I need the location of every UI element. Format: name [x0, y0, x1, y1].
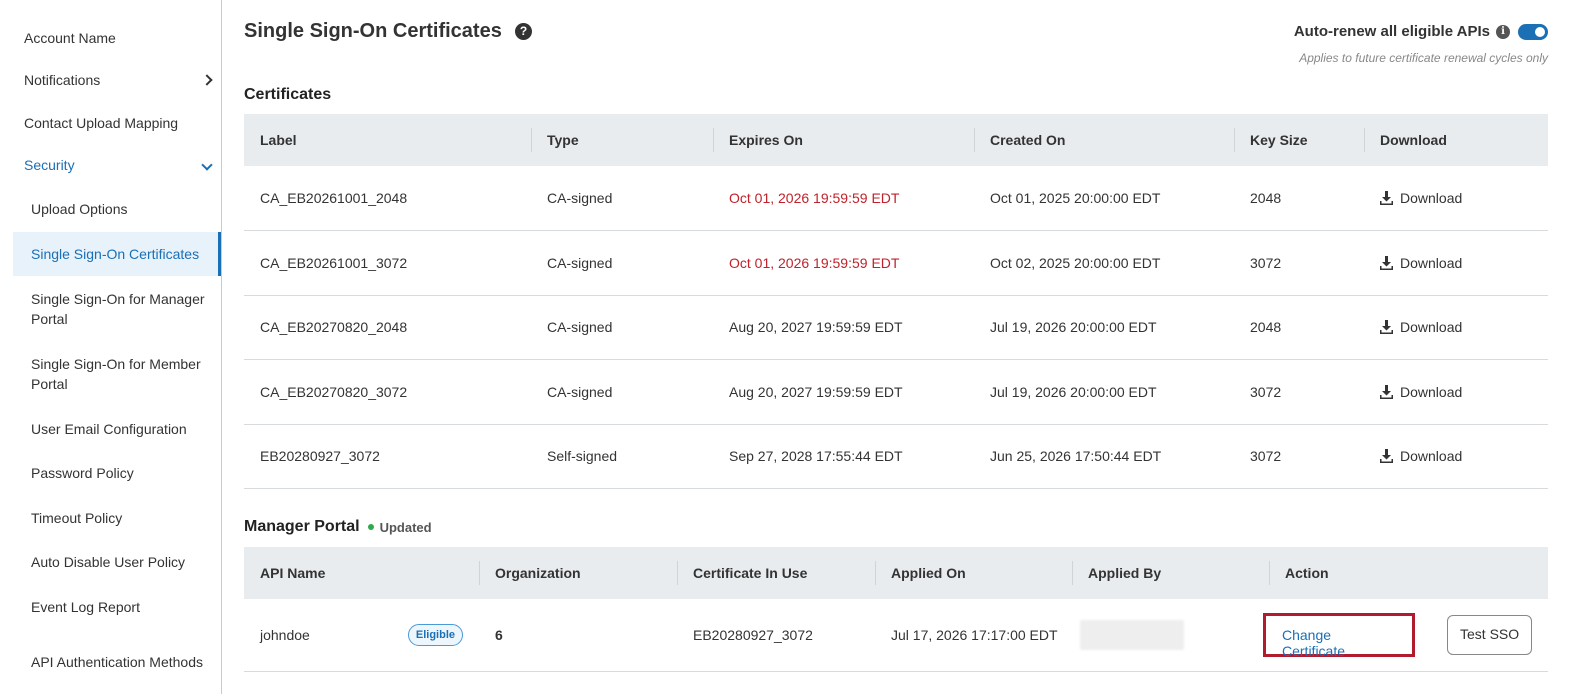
download-icon [1380, 191, 1393, 205]
cert-label: EB20280927_3072 [244, 424, 531, 489]
cert-type: CA-signed [531, 166, 713, 231]
download-link[interactable]: Download [1380, 384, 1548, 400]
change-certificate-button[interactable]: Change Certificate [1263, 612, 1415, 659]
question-circle-icon[interactable]: ? [515, 23, 532, 40]
download-icon [1380, 320, 1393, 335]
column-header-expires-on: Expires On [713, 114, 974, 166]
info-icon[interactable]: i [1496, 24, 1510, 39]
autorenew-label: Auto-renew all eligible APIs [1293, 23, 1490, 40]
column-header-download: Download [1364, 114, 1548, 166]
cert-key-size: 3072 [1234, 230, 1364, 296]
download-icon [1380, 449, 1393, 464]
column-header-key-size: Key Size [1234, 114, 1364, 166]
certificate-in-use: EB20280927_3072 [677, 599, 875, 672]
chevron-right-icon [201, 74, 213, 86]
table-header-row: API Name Organization Certificate In Use… [244, 547, 1548, 599]
sidebar-item-upload-options[interactable]: Upload Options [13, 199, 221, 219]
cert-key-size: 3072 [1234, 359, 1364, 425]
manager-portal-title: Manager Portal [244, 518, 360, 535]
manager-portal-section-title: Manager Portal Updated [244, 518, 432, 536]
cert-label: CA_EB20270820_2048 [244, 295, 531, 360]
cert-created: Jun 25, 2026 17:50:44 EDT [974, 424, 1234, 489]
download-link[interactable]: Download [1380, 255, 1548, 271]
api-name: johndoe [260, 626, 310, 643]
sidebar-item-label: Security [24, 157, 75, 173]
table-row: CA_EB20270820_3072 CA-signed Aug 20, 202… [244, 359, 1548, 425]
table-row: CA_EB20261001_3072 CA-signed Oct 01, 202… [244, 230, 1548, 296]
column-header-action: Action [1269, 547, 1548, 599]
applied-by-redacted [1080, 619, 1184, 650]
sidebar-item-security[interactable]: Security [13, 155, 221, 175]
table-row: CA_EB20270820_2048 CA-signed Aug 20, 202… [244, 295, 1548, 360]
chevron-down-icon [201, 159, 213, 171]
status-badge: Updated [367, 520, 432, 535]
cert-expires: Sep 27, 2028 17:55:44 EDT [713, 424, 974, 489]
column-header-created-on: Created On [974, 114, 1234, 166]
sidebar-item-account-name[interactable]: Account Name [13, 28, 221, 48]
table-row: CA_EB20261001_2048 CA-signed Oct 01, 202… [244, 166, 1548, 231]
cert-type: CA-signed [531, 230, 713, 296]
cert-created: Oct 02, 2025 20:00:00 EDT [974, 230, 1234, 296]
autorenew-note: Applies to future certificate renewal cy… [1299, 51, 1548, 65]
download-link[interactable]: Download [1380, 190, 1548, 206]
cert-label: CA_EB20261001_2048 [244, 166, 531, 231]
cert-type: Self-signed [531, 424, 713, 489]
certificates-section-title: Certificates [244, 86, 332, 103]
sidebar-item-sso-manager-portal[interactable]: Single Sign-On for Manager Portal [13, 288, 221, 330]
sidebar-item-event-log-report[interactable]: Event Log Report [13, 597, 221, 617]
sidebar-item-password-policy[interactable]: Password Policy [13, 463, 221, 483]
column-header-certificate-in-use: Certificate In Use [677, 547, 875, 599]
cert-type: CA-signed [531, 359, 713, 425]
sidebar-item-label: Notifications [24, 72, 101, 88]
sidebar-item-notifications[interactable]: Notifications [13, 70, 221, 90]
cert-key-size: 2048 [1234, 295, 1364, 360]
manager-portal-table: API Name Organization Certificate In Use… [244, 547, 1548, 672]
certificates-table: Label Type Expires On Created On Key Siz… [244, 114, 1548, 489]
cert-expires: Oct 01, 2026 19:59:59 EDT [713, 230, 974, 296]
page-title: Single Sign-On Certificates [244, 20, 502, 42]
column-header-applied-on: Applied On [875, 547, 1072, 599]
cert-expires: Oct 01, 2026 19:59:59 EDT [713, 166, 974, 231]
table-header-row: Label Type Expires On Created On Key Siz… [244, 114, 1548, 166]
download-icon [1380, 255, 1393, 270]
cert-created: Jul 19, 2026 20:00:00 EDT [974, 359, 1234, 425]
cert-expires: Aug 20, 2027 19:59:59 EDT [713, 359, 974, 425]
applied-on: Jul 17, 2026 17:17:00 EDT [875, 599, 1072, 672]
sidebar-item-sso-certificates[interactable]: Single Sign-On Certificates [13, 232, 221, 276]
eligible-badge: Eligible [407, 623, 463, 646]
column-header-label: Label [244, 114, 531, 166]
cert-created: Jul 19, 2026 20:00:00 EDT [974, 295, 1234, 360]
cert-key-size: 2048 [1234, 166, 1364, 231]
table-row: EB20280927_3072 Self-signed Sep 27, 2028… [244, 424, 1548, 489]
cert-created: Oct 01, 2025 20:00:00 EDT [974, 166, 1234, 231]
cert-label: CA_EB20261001_3072 [244, 230, 531, 296]
cert-expires: Aug 20, 2027 19:59:59 EDT [713, 295, 974, 360]
sidebar-item-timeout-policy[interactable]: Timeout Policy [13, 508, 221, 528]
cert-label: CA_EB20270820_3072 [244, 359, 531, 425]
autorenew-control: Auto-renew all eligible APIs i [1294, 23, 1548, 40]
settings-sidebar: Account Name Notifications Contact Uploa… [0, 0, 222, 694]
status-dot-icon [367, 524, 374, 530]
column-header-type: Type [531, 114, 713, 166]
cert-type: CA-signed [531, 295, 713, 360]
download-icon [1380, 384, 1393, 399]
download-link[interactable]: Download [1380, 319, 1548, 335]
table-row: johndoe Eligible 6 EB20280927_3072 Jul 1… [244, 599, 1548, 672]
column-header-organization: Organization [479, 547, 677, 599]
cert-key-size: 3072 [1234, 424, 1364, 489]
sidebar-item-api-authentication-methods[interactable]: API Authentication Methods [13, 641, 221, 683]
column-header-applied-by: Applied By [1072, 547, 1269, 599]
column-header-api-name: API Name [244, 547, 479, 599]
sidebar-item-auto-disable-user-policy[interactable]: Auto Disable User Policy [13, 552, 221, 572]
test-sso-button[interactable]: Test SSO [1447, 614, 1533, 655]
sidebar-item-sso-member-portal[interactable]: Single Sign-On for Member Portal [13, 353, 221, 395]
autorenew-toggle[interactable] [1518, 23, 1548, 40]
organization-value: 6 [479, 599, 677, 672]
sidebar-item-contact-upload-mapping[interactable]: Contact Upload Mapping [13, 113, 221, 133]
download-link[interactable]: Download [1380, 448, 1548, 464]
sidebar-item-user-email-configuration[interactable]: User Email Configuration [13, 419, 221, 439]
